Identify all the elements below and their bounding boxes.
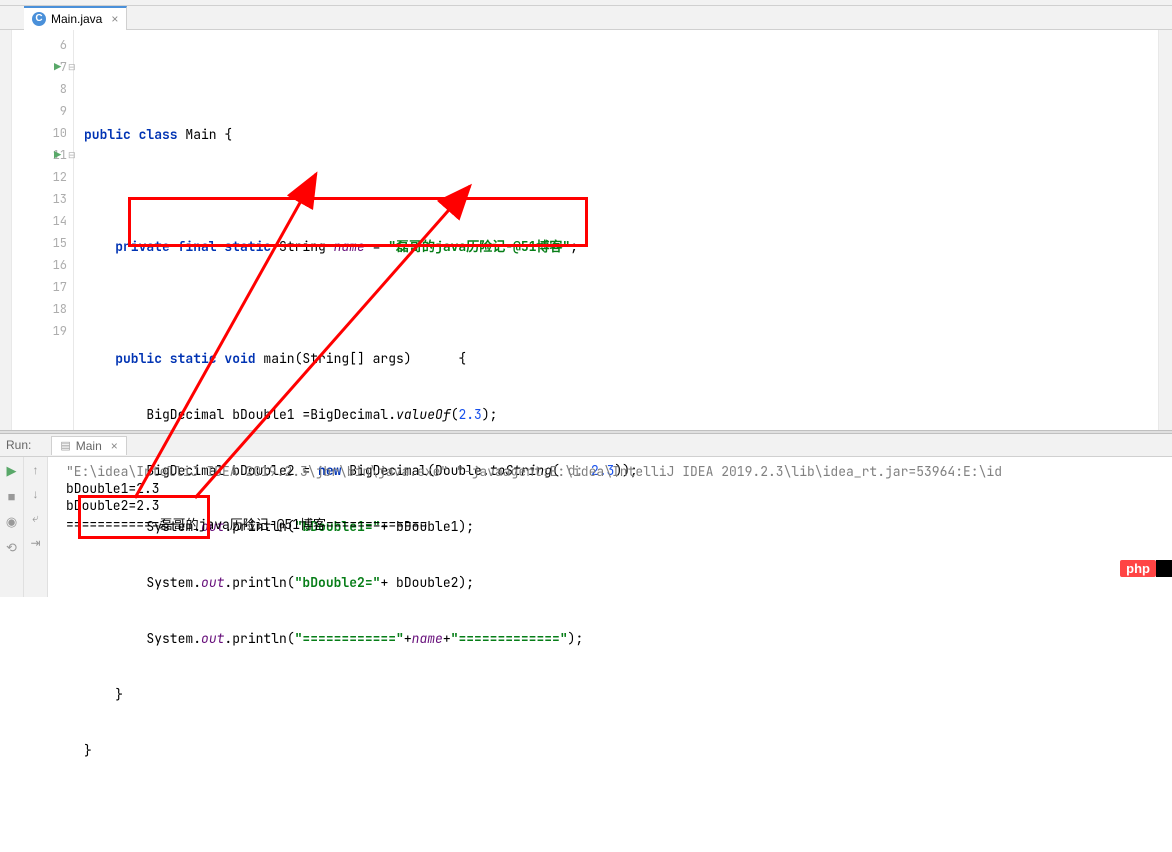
php-badge: php <box>1120 560 1156 577</box>
tab-main-java[interactable]: C Main.java × <box>24 6 127 30</box>
rerun-icon[interactable]: ▶ <box>7 463 17 479</box>
exit-icon[interactable]: ⟲ <box>6 540 17 556</box>
scrollbar-strip[interactable] <box>1158 30 1172 430</box>
wrap-icon[interactable]: ⤶ <box>32 511 39 526</box>
console-output-line: bDouble1=2.3 <box>66 480 160 497</box>
run-toolbar-secondary: ↑ ↓ ⤶ ⇥ <box>24 457 48 597</box>
run-config-icon: ▤ <box>60 439 70 452</box>
scroll-icon[interactable]: ⇥ <box>30 536 40 550</box>
run-label: Run: <box>6 438 31 452</box>
stop-icon[interactable]: ■ <box>8 489 16 504</box>
java-class-icon: C <box>32 12 46 26</box>
editor-area: 6 7▶⊟ 8 9 10 11▶⊟ 12 13 14 15 16 17 18 1… <box>0 30 1172 430</box>
run-toolbar-primary: ▶ ■ ◉ ⟲ <box>0 457 24 597</box>
code-editor[interactable]: public class Main { private final static… <box>74 30 1158 430</box>
console-command-line: "E:\idea\IntelliJ IDEA 2019.2.3\jbr\bin\… <box>66 463 1002 480</box>
badge-extension <box>1156 560 1172 577</box>
editor-tabbar: C Main.java × <box>0 6 1172 30</box>
line-number-gutter: 6 7▶⊟ 8 9 10 11▶⊟ 12 13 14 15 16 17 18 1… <box>12 30 74 430</box>
run-gutter-icon[interactable]: ▶ <box>54 147 61 163</box>
down-icon[interactable]: ↓ <box>33 487 39 501</box>
run-panel: Run: ▤ Main × ▶ ■ ◉ ⟲ ↑ ↓ ⤶ ⇥ "E:\idea\I… <box>0 434 1172 597</box>
console-output-line: bDouble2=2.3 <box>66 497 160 514</box>
tab-label: Main.java <box>51 12 102 26</box>
camera-icon[interactable]: ◉ <box>6 514 17 530</box>
console-output[interactable]: "E:\idea\IntelliJ IDEA 2019.2.3\jbr\bin\… <box>48 457 1172 597</box>
up-icon[interactable]: ↑ <box>33 463 39 477</box>
console-output-line: ============磊哥的java历险记-@51博客============… <box>66 516 427 533</box>
run-gutter-icon[interactable]: ▶ <box>54 59 61 75</box>
close-icon[interactable]: × <box>111 12 118 26</box>
left-gutter-strip <box>0 30 12 430</box>
